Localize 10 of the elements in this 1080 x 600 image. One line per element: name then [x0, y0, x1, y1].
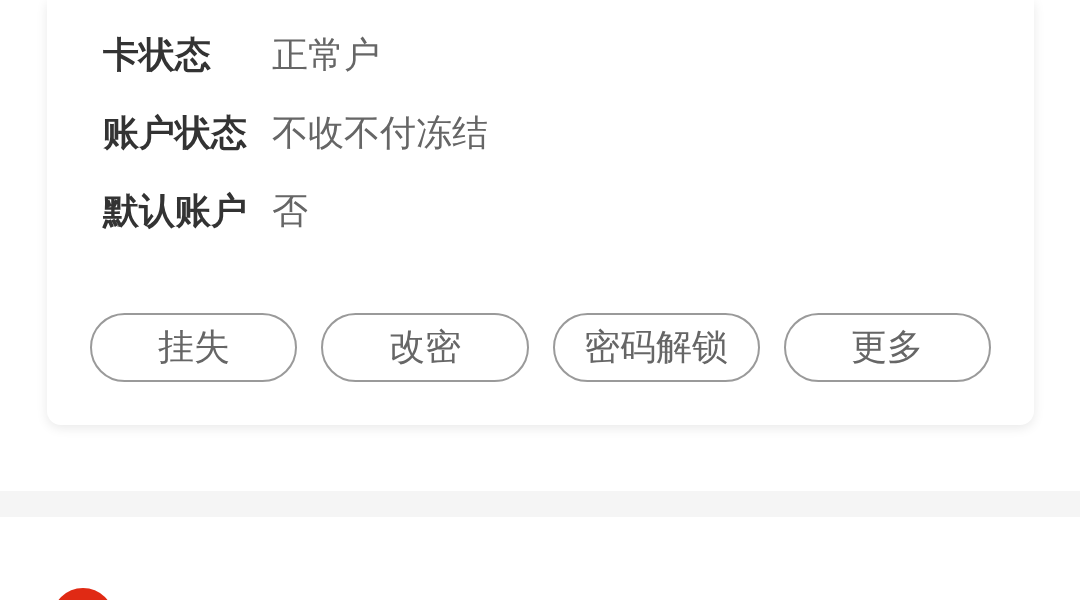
field-label: 默认账户 — [103, 188, 248, 233]
field-value: 正常户 — [272, 32, 380, 77]
action-button[interactable]: 更多 — [783, 313, 991, 382]
field-value: 不收不付冻结 — [272, 110, 488, 155]
field-label: 卡状态 — [103, 32, 212, 77]
field-label: 账户状态 — [103, 110, 248, 155]
action-button[interactable]: 改密 — [321, 313, 529, 382]
field-value: 否 — [272, 188, 308, 233]
action-button[interactable]: 挂失 — [90, 313, 298, 382]
action-button[interactable]: 密码解锁 — [552, 313, 760, 382]
